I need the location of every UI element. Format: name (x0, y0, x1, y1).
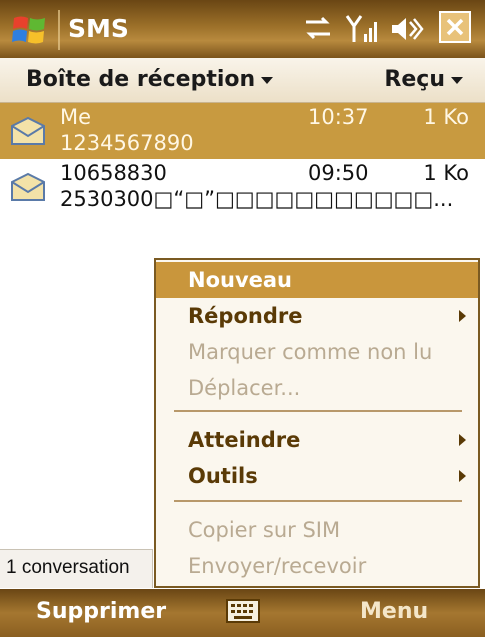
volume-icon[interactable] (388, 12, 424, 46)
softkey-bar: Supprimer Menu (0, 589, 485, 637)
message-row[interactable]: 10658830 09:50 1 Ko 2530300□“□”□□□□□□□□□… (0, 159, 485, 215)
conversation-count: 1 conversation (0, 549, 153, 588)
menu-item-label: Atteindre (188, 428, 301, 452)
chevron-down-icon (261, 76, 274, 84)
menu-separator (174, 500, 462, 502)
message-preview: 1234567890 (60, 131, 194, 155)
envelope-icon (11, 172, 45, 201)
menu-item-label: Répondre (188, 304, 303, 328)
message-row[interactable]: Me 10:37 1 Ko 1234567890 (0, 103, 485, 159)
menu-item-outils[interactable]: Outils (156, 458, 478, 494)
keyboard-icon[interactable] (226, 596, 260, 626)
status-text: 1 conversation (6, 557, 130, 578)
connectivity-icon[interactable] (300, 12, 336, 46)
message-time: 09:50 (308, 161, 369, 185)
windows-flag-icon[interactable] (10, 10, 50, 50)
menu-item-deplacer: Déplacer... (156, 370, 478, 406)
message-size: 1 Ko (423, 161, 469, 185)
chevron-down-icon (451, 76, 463, 84)
chevron-right-icon (459, 310, 466, 322)
chevron-right-icon (459, 470, 466, 482)
delete-softkey[interactable]: Supprimer (36, 599, 166, 624)
message-time: 10:37 (308, 105, 369, 129)
app-title: SMS (68, 14, 129, 43)
menu-item-atteindre[interactable]: Atteindre (156, 422, 478, 458)
envelope-icon (11, 116, 45, 145)
folder-label: Boîte de réception (26, 67, 256, 92)
menu-item-marquer-non-lu: Marquer comme non lu (156, 334, 478, 370)
message-size: 1 Ko (423, 105, 469, 129)
menu-separator (174, 410, 462, 412)
message-sender: 10658830 (60, 161, 167, 185)
title-divider (58, 10, 60, 50)
sort-label: Reçu (384, 67, 445, 92)
menu-item-label: Déplacer... (188, 376, 301, 400)
chevron-right-icon (459, 434, 466, 446)
close-icon (446, 18, 464, 36)
close-button[interactable] (439, 11, 471, 43)
message-preview: 2530300□“□”□□□□□□□□□□□... (60, 187, 454, 211)
menu-item-label: Copier sur SIM (188, 518, 341, 542)
title-bar: SMS (0, 0, 485, 58)
menu-item-label: Envoyer/recevoir (188, 554, 367, 578)
list-header: Boîte de réception Reçu (0, 58, 485, 103)
menu-item-nouveau[interactable]: Nouveau (156, 262, 478, 298)
menu-item-label: Outils (188, 464, 258, 488)
context-menu: Nouveau Répondre Marquer comme non lu Dé… (154, 258, 480, 588)
menu-item-copier-sim: Copier sur SIM (156, 512, 478, 548)
menu-item-repondre[interactable]: Répondre (156, 298, 478, 334)
menu-item-label: Marquer comme non lu (188, 340, 433, 364)
folder-dropdown[interactable]: Boîte de réception (26, 67, 274, 92)
signal-icon[interactable] (344, 12, 380, 46)
menu-item-envoyer-recevoir: Envoyer/recevoir (156, 548, 478, 584)
message-sender: Me (60, 105, 92, 129)
sort-dropdown[interactable]: Reçu (384, 67, 463, 92)
menu-softkey[interactable]: Menu (360, 599, 428, 624)
menu-item-label: Nouveau (188, 268, 293, 292)
